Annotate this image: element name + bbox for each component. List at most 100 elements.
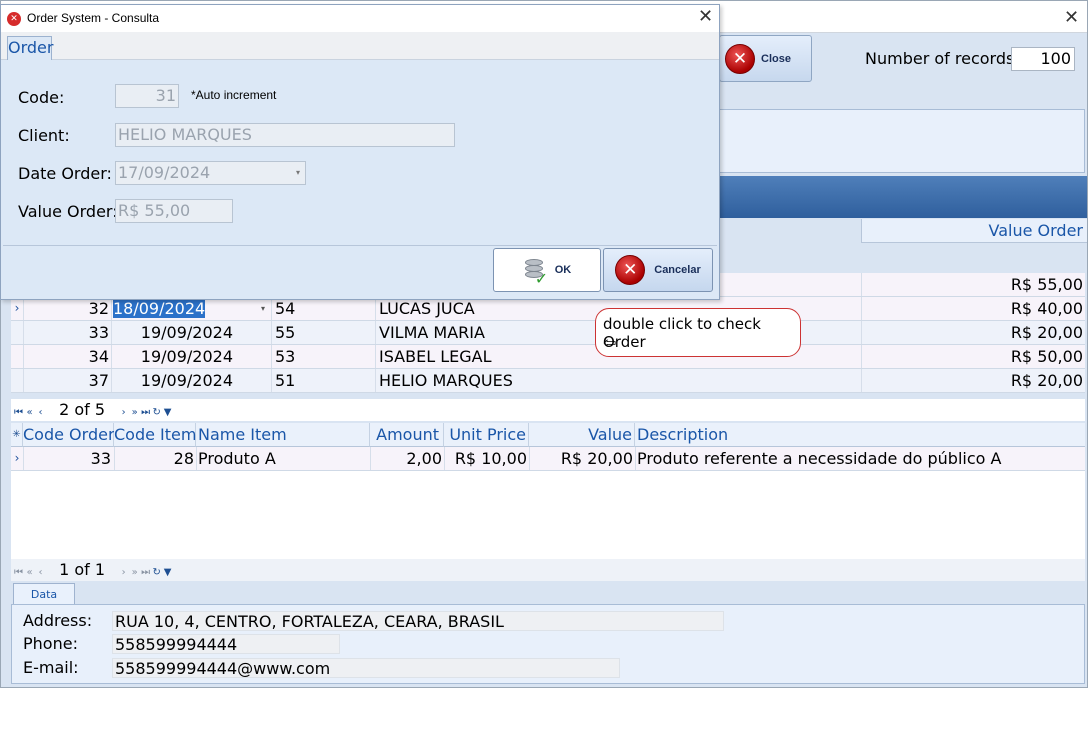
- code-cell: 37: [88, 371, 109, 390]
- amount-cell: 2,00: [406, 449, 442, 468]
- dialog-form: Code: 31 *Auto increment Client: HELIO M…: [1, 61, 719, 245]
- phone-label: Phone:: [23, 634, 78, 653]
- table-row[interactable]: 34 19/09/2024 53 ISABEL LEGAL R$ 50,00: [11, 345, 1085, 369]
- date-cell[interactable]: 18/09/2024 ▾: [113, 297, 271, 320]
- order-dialog: ✕ Order System - Consulta ✕ Order Code: …: [0, 4, 720, 300]
- filter-panel: [717, 109, 1085, 173]
- records-input[interactable]: 100: [1011, 47, 1075, 71]
- client-cell: VILMA MARIA: [379, 323, 485, 342]
- dialog-menubar: Order: [1, 32, 719, 60]
- column-header-name-item[interactable]: Name Item: [196, 423, 370, 447]
- dialog-footer: ✓ OK ✕ Cancelar: [3, 245, 717, 297]
- prev-record-icon[interactable]: ‹: [35, 562, 46, 584]
- code-item-cell: 28: [173, 449, 194, 468]
- hint-text: double click to check Order: [603, 315, 761, 351]
- column-header-code-item[interactable]: Code Item: [114, 423, 196, 447]
- menu-order[interactable]: Order: [7, 36, 53, 60]
- code-field[interactable]: 31: [115, 84, 179, 108]
- chevron-down-icon[interactable]: ▾: [261, 297, 265, 320]
- database-check-icon: ✓: [523, 257, 548, 288]
- code-cell: 32: [88, 299, 109, 318]
- filter-icon[interactable]: ▼: [162, 562, 173, 584]
- first-record-icon[interactable]: ⏮: [13, 402, 24, 424]
- name-item-cell: Produto A: [198, 449, 276, 468]
- filter-icon[interactable]: ▼: [162, 402, 173, 424]
- next-record-icon[interactable]: ›: [118, 402, 129, 424]
- date-order-value: 17/09/2024: [118, 163, 211, 182]
- last-record-icon[interactable]: ⏭: [140, 562, 151, 584]
- column-header-unit-price[interactable]: Unit Price: [444, 423, 529, 447]
- asterisk-icon: ✳: [11, 423, 23, 447]
- prev-record-icon[interactable]: ‹: [35, 402, 46, 424]
- prev-page-icon[interactable]: «: [24, 402, 35, 424]
- ok-button-label: OK: [554, 264, 572, 276]
- tab-data-client[interactable]: Data Client: [13, 583, 75, 622]
- date-cell-selected[interactable]: 18/09/2024: [113, 299, 206, 318]
- orders-nav-position: 2 of 5: [59, 400, 106, 419]
- close-button-label: Close: [761, 52, 791, 65]
- date-order-field[interactable]: 17/09/2024 ▾: [115, 161, 306, 185]
- client-code-cell: 55: [275, 323, 296, 342]
- client-panel: Address: RUA 10, 4, CENTRO, FORTALEZA, C…: [11, 604, 1085, 684]
- first-record-icon[interactable]: ⏮: [13, 562, 24, 584]
- main-close-icon[interactable]: ✕: [1064, 9, 1079, 27]
- prev-page-icon[interactable]: «: [24, 562, 35, 584]
- client-cell: LUCAS JUCA: [379, 299, 475, 318]
- table-row[interactable]: 33 19/09/2024 55 VILMA MARIA R$ 20,00: [11, 321, 1085, 345]
- address-field[interactable]: RUA 10, 4, CENTRO, FORTALEZA, CEARA, BRA…: [112, 611, 724, 631]
- email-field[interactable]: 558599994444@www.com: [112, 658, 620, 678]
- code-label: Code:: [18, 88, 65, 107]
- dialog-title: Order System - Consulta: [27, 11, 160, 25]
- items-navigator: ⏮ «‹ 1 of 1 ›» ⏭ ↻ ▼: [11, 559, 1085, 581]
- table-row[interactable]: 37 19/09/2024 51 HELIO MARQUES R$ 20,00: [11, 369, 1085, 393]
- column-header-code-order[interactable]: Code Order: [23, 423, 115, 447]
- next-page-icon[interactable]: »: [129, 402, 140, 424]
- row-indicator-icon: ›: [14, 451, 20, 465]
- date-cell: 19/09/2024: [140, 371, 233, 390]
- address-label: Address:: [23, 611, 93, 630]
- client-code-cell: 54: [275, 299, 296, 318]
- value-order-cell: R$ 55,00: [1010, 275, 1083, 294]
- red-x-circle-icon: ✕: [615, 255, 646, 285]
- next-record-icon[interactable]: ›: [118, 562, 129, 584]
- description-cell: Produto referente a necessidade do públi…: [637, 449, 1002, 468]
- email-label: E-mail:: [23, 658, 79, 677]
- column-header-value[interactable]: Value: [529, 423, 635, 447]
- app-icon: ✕: [7, 12, 21, 26]
- value-order-column-header[interactable]: Value Order: [861, 219, 1087, 243]
- close-button[interactable]: ✕ Close: [719, 35, 812, 82]
- value-order-field[interactable]: R$ 55,00: [115, 199, 233, 223]
- ok-button[interactable]: ✓ OK: [493, 248, 601, 292]
- cancel-button-label: Cancelar: [654, 264, 701, 276]
- next-page-icon[interactable]: »: [129, 562, 140, 584]
- value-order-cell: R$ 40,00: [1010, 299, 1083, 318]
- column-header-amount[interactable]: Amount: [370, 423, 444, 447]
- unit-price-cell: R$ 10,00: [454, 449, 527, 468]
- refresh-icon[interactable]: ↻: [151, 562, 162, 584]
- column-header-description[interactable]: Description: [635, 423, 1085, 447]
- value-order-cell: R$ 20,00: [1010, 371, 1083, 390]
- client-code-cell: 53: [275, 347, 296, 366]
- refresh-icon[interactable]: ↻: [151, 402, 162, 424]
- chevron-down-icon[interactable]: ▾: [296, 162, 300, 184]
- value-order-cell: R$ 20,00: [1010, 323, 1083, 342]
- code-order-cell: 33: [90, 449, 111, 468]
- records-label: Number of records:: [865, 49, 1020, 68]
- date-cell: 19/09/2024: [140, 323, 233, 342]
- table-row[interactable]: › 33 28 Produto A 2,00 R$ 10,00 R$ 20,00…: [11, 447, 1085, 471]
- date-order-label: Date Order:: [18, 164, 112, 183]
- row-indicator-icon: ›: [14, 301, 20, 315]
- code-cell: 33: [88, 323, 109, 342]
- red-x-circle-icon: ✕: [725, 43, 755, 74]
- phone-field[interactable]: 558599994444: [112, 634, 340, 654]
- arrow-left-icon: ⇦: [603, 333, 617, 352]
- table-row[interactable]: › 32 18/09/2024 ▾ 54 LUCAS JUCA R$ 40,00: [11, 297, 1085, 321]
- date-cell: 19/09/2024: [140, 347, 233, 366]
- cancel-button[interactable]: ✕ Cancelar: [603, 248, 713, 292]
- grid-group-band: [717, 176, 1087, 218]
- client-field[interactable]: HELIO MARQUES: [115, 123, 455, 147]
- hint-balloon: double click to check Order ⇦: [595, 308, 801, 357]
- last-record-icon[interactable]: ⏭: [140, 402, 151, 424]
- value-order-label: Value Order:: [18, 202, 118, 221]
- dialog-close-icon[interactable]: ✕: [698, 8, 713, 26]
